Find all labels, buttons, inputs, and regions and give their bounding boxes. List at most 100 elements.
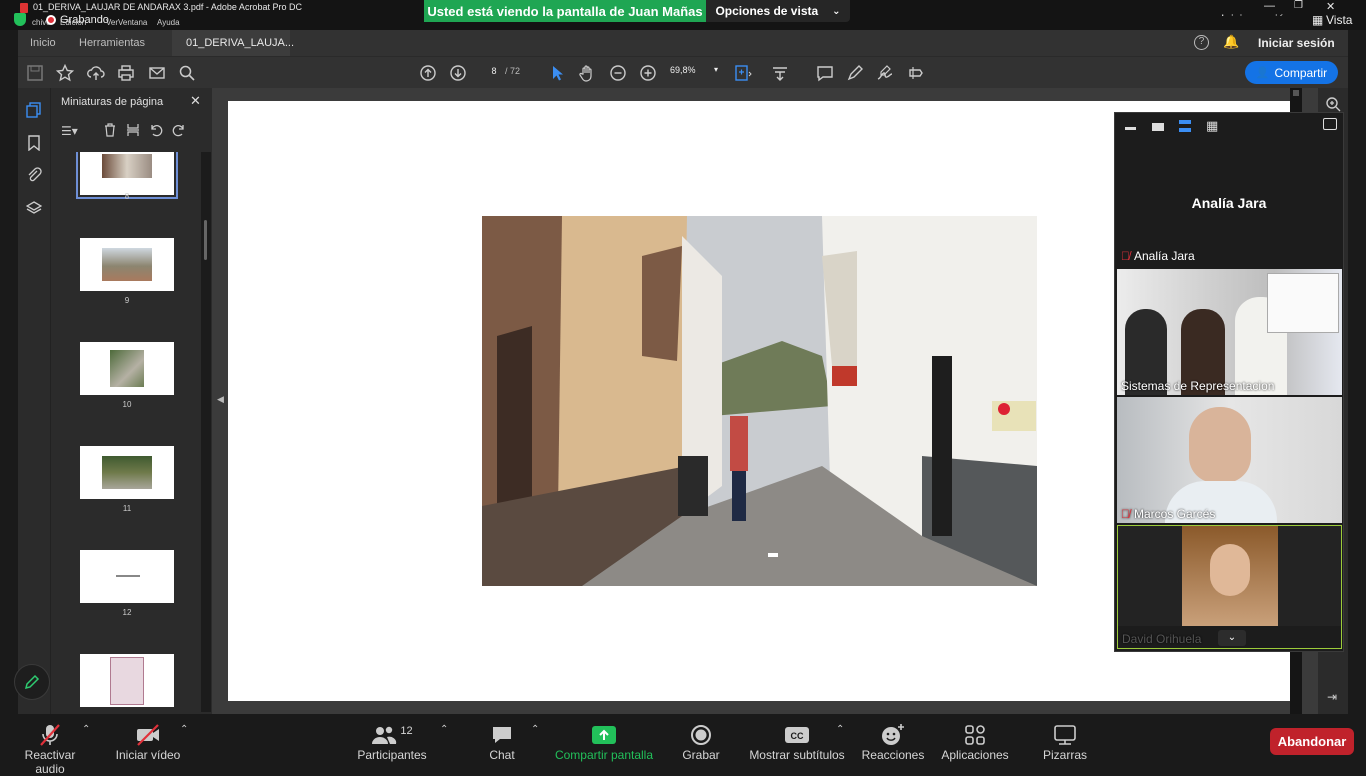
thumbnail-page-12[interactable]: [80, 550, 174, 603]
collapse-panel-icon[interactable]: ◀: [217, 394, 224, 405]
edit-pencil-button[interactable]: [14, 664, 50, 700]
chat-label: Chat: [489, 748, 515, 762]
video-tile[interactable]: Sistemas de Representacion: [1117, 269, 1342, 395]
bell-icon[interactable]: 🔔: [1223, 34, 1239, 50]
attachment-icon[interactable]: [26, 167, 42, 183]
participant-name: Analía Jara: [1134, 249, 1195, 263]
menu-item-help[interactable]: Ayuda: [157, 18, 180, 27]
thumbnail-page-11[interactable]: [80, 446, 174, 499]
view-grid-icon[interactable]: ▦: [1312, 13, 1323, 27]
video-options-chevron-icon[interactable]: ⌃: [180, 724, 188, 735]
acrobat-signin[interactable]: Iniciar sesión: [1258, 36, 1335, 50]
participants-options-chevron-icon[interactable]: ⌃: [440, 724, 448, 735]
next-page-icon[interactable]: [449, 64, 467, 82]
zoom-in-icon[interactable]: [1325, 96, 1341, 112]
menu-item-view[interactable]: Ver: [106, 18, 118, 27]
comment-icon[interactable]: [816, 64, 834, 82]
save-icon[interactable]: [26, 64, 44, 82]
expand-panel-icon[interactable]: ⇥: [1327, 690, 1337, 704]
thumbnail-list: 8 9 10 11 12: [51, 152, 201, 712]
menu-item-window[interactable]: Ventana: [118, 18, 147, 27]
previous-page-icon[interactable]: [419, 64, 437, 82]
strip-view-icon[interactable]: [1179, 120, 1191, 132]
tab-home[interactable]: Inicio: [30, 30, 56, 56]
zoom-level-select[interactable]: 69,8% ▾: [670, 65, 718, 75]
hand-tool-icon[interactable]: [578, 64, 596, 82]
print-icon[interactable]: [117, 64, 135, 82]
page-number-input[interactable]: 8: [483, 66, 505, 76]
highlight-pen-icon[interactable]: [846, 64, 864, 82]
tab-document[interactable]: 01_DERIVA_LAUJA... ✕: [172, 30, 294, 75]
muted-mic-icon: 🎙̸: [1121, 507, 1130, 521]
whiteboards-button[interactable]: Pizarras: [1040, 722, 1090, 762]
rotate-left-icon[interactable]: [149, 123, 163, 137]
zoom-out-icon[interactable]: [609, 64, 627, 82]
leave-meeting-button[interactable]: Abandonar: [1270, 728, 1354, 755]
apps-button[interactable]: Aplicaciones: [939, 722, 1011, 762]
zoom-in-icon[interactable]: [639, 64, 657, 82]
thumbnail-page-13[interactable]: [80, 654, 174, 707]
document-scroll-thumb[interactable]: [1293, 90, 1299, 96]
share-button[interactable]: 👤 Compartir: [1245, 61, 1338, 84]
muted-mic-icon: [40, 724, 60, 746]
restore-icon[interactable]: ❐: [1294, 0, 1303, 11]
menu-item-edit[interactable]: Edición: [60, 18, 86, 27]
tab-document-label: 01_DERIVA_LAUJA...: [186, 37, 295, 49]
thumbnail-page-8[interactable]: [76, 152, 178, 199]
select-cursor-icon[interactable]: [548, 64, 566, 82]
thumbnail-options-icon[interactable]: ☰▾: [61, 124, 78, 138]
star-icon[interactable]: [56, 64, 74, 82]
insert-pages-icon[interactable]: [126, 123, 140, 137]
rotate-right-icon[interactable]: [172, 123, 186, 137]
close-panel-icon[interactable]: ✕: [190, 93, 201, 109]
share-screen-button[interactable]: Compartir pantalla: [553, 722, 655, 762]
page-total: / 72: [505, 66, 521, 76]
chat-button[interactable]: Chat: [482, 722, 522, 762]
view-options-button[interactable]: Opciones de vista ⌄: [706, 0, 850, 22]
chevron-down-icon[interactable]: ⌄: [1218, 630, 1246, 646]
thumbnail-scrollbar[interactable]: [201, 152, 211, 712]
sign-icon[interactable]: [876, 64, 894, 82]
help-icon[interactable]: ?: [1194, 35, 1209, 50]
thumbnail-page-10[interactable]: [80, 342, 174, 395]
video-tile[interactable]: David Orihuela ⌄: [1117, 525, 1342, 649]
record-button[interactable]: Grabar: [679, 722, 723, 762]
scroll-mode-icon[interactable]: [771, 64, 789, 82]
projected-screen: [1267, 273, 1339, 333]
gallery-view-icon[interactable]: ▦: [1206, 118, 1218, 134]
show-subtitles-button[interactable]: CC Mostrar subtítulos: [747, 722, 847, 762]
upload-cloud-icon[interactable]: [87, 64, 105, 82]
audio-options-chevron-icon[interactable]: ⌃: [82, 724, 90, 735]
bookmark-icon[interactable]: [26, 135, 42, 151]
fit-page-icon[interactable]: [734, 64, 752, 82]
layers-icon[interactable]: [26, 200, 42, 216]
thumbnail-text-line: [116, 575, 140, 577]
minimize-video-icon[interactable]: [1125, 127, 1136, 130]
tab-tools[interactable]: Herramientas: [79, 30, 145, 56]
start-video-button[interactable]: Iniciar vídeo: [113, 722, 183, 762]
chat-options-chevron-icon[interactable]: ⌃: [531, 724, 539, 735]
close-icon[interactable]: ✕: [1326, 0, 1335, 13]
stamp-tools-icon[interactable]: [907, 64, 925, 82]
thumbnail-image: [102, 456, 152, 489]
reactions-label: Reacciones: [861, 748, 925, 762]
reactions-button[interactable]: Reacciones: [861, 722, 925, 762]
thumbnail-panel-title: Miniaturas de página: [61, 96, 164, 108]
top-right-view[interactable]: Vista: [1326, 13, 1352, 27]
video-panel-header: ▦: [1115, 113, 1343, 139]
speaker-view-icon[interactable]: [1152, 123, 1164, 131]
email-icon[interactable]: [148, 64, 166, 82]
subtitles-options-chevron-icon[interactable]: ⌃: [836, 724, 844, 735]
participants-button[interactable]: 12 Participantes: [356, 722, 428, 762]
page-thumbnails-icon[interactable]: [26, 102, 42, 118]
exit-panel-icon[interactable]: [1323, 118, 1337, 130]
search-icon[interactable]: [178, 64, 196, 82]
share-banner: Usted está viendo la pantalla de Juan Ma…: [424, 0, 850, 22]
thumbnail-scroll-thumb[interactable]: [204, 220, 207, 260]
start-video-label: Iniciar vídeo: [115, 748, 181, 762]
thumbnail-page-9[interactable]: [80, 238, 174, 291]
participant-label-row: 🎙̸ Analía Jara: [1121, 249, 1195, 263]
minimize-icon[interactable]: —: [1264, 0, 1275, 12]
trash-icon[interactable]: [103, 123, 117, 137]
video-tile[interactable]: 🎙̸ Marcos Garcés: [1117, 397, 1342, 523]
